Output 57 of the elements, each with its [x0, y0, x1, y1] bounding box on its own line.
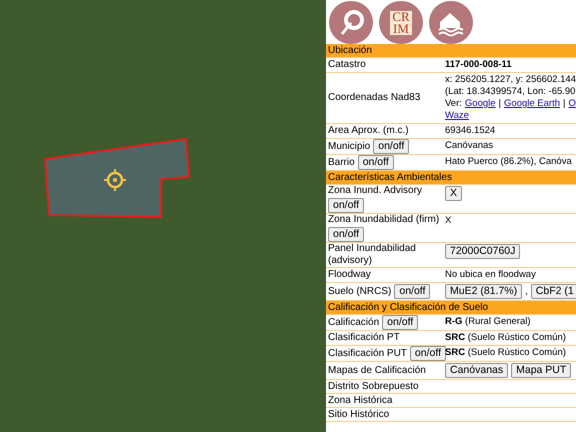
map-link[interactable]: O	[568, 98, 576, 110]
toggle-button[interactable]: on/off	[394, 284, 430, 299]
toggle-button[interactable]: on/off	[382, 315, 418, 330]
row-label: Floodway	[328, 269, 371, 281]
section-header: Características Ambientales	[326, 171, 576, 185]
value-text: 69346.1524	[445, 125, 496, 137]
value-button[interactable]: MuE2 (81.7%)	[445, 284, 522, 299]
value-text: SRC (Suelo Rústico Común)	[445, 332, 566, 344]
map-link[interactable]: Google Earth	[504, 98, 560, 110]
map-link[interactable]: Google	[464, 98, 496, 110]
row-label: Zona Histórica	[328, 394, 392, 406]
row-label: Zona Inundabilidad (firm)	[328, 214, 440, 226]
value-text: |	[498, 98, 502, 110]
logo-text: IM	[393, 22, 409, 34]
value-button[interactable]: Canóvanas	[445, 363, 508, 378]
value-text: Ver:	[445, 98, 462, 110]
value-button[interactable]: X	[445, 186, 462, 201]
value-text: (Lat: 18.34399574, Lon: -65.90	[445, 86, 576, 98]
value-text: 117-000-008-11	[445, 59, 512, 71]
toggle-button[interactable]: on/off	[328, 227, 364, 242]
logo-button[interactable]: CR IM	[379, 1, 423, 44]
row-label: Sitio Histórico	[328, 408, 390, 420]
value-text: R-G (Rural General)	[445, 316, 531, 328]
row-label: Suelo (NRCS)	[328, 286, 392, 298]
row-label: Panel Inundabilidad (advisory)	[328, 243, 417, 267]
row-label: Clasificación PUT	[328, 348, 407, 360]
value-text: ,	[525, 286, 528, 298]
row-label: Municipio	[328, 140, 370, 152]
row-label: Mapas de Calificación	[328, 364, 426, 376]
toggle-button[interactable]: on/off	[373, 139, 410, 154]
row-label: Catastro	[328, 59, 366, 71]
toggle-button[interactable]: on/off	[328, 198, 364, 213]
row-label: Calificación	[328, 316, 380, 328]
value-text: No ubica en floodway	[445, 269, 536, 281]
value-button[interactable]: Mapa PUT	[511, 363, 572, 378]
section-header: Ubicación	[326, 44, 576, 58]
row-label: Coordenadas Nad83	[328, 92, 420, 104]
toggle-button[interactable]: on/off	[410, 346, 446, 361]
value-text: Hato Puerco (86.2%), Canóva	[445, 156, 572, 168]
row-label: Clasificación PT	[328, 332, 400, 344]
flood-house-icon[interactable]	[429, 1, 473, 44]
value-text: x: 256205.1227, y: 256602.144	[445, 74, 576, 86]
section-header: Calificación y Clasificación de Suelo	[326, 301, 576, 315]
value-text: SRC (Suelo Rústico Común)	[445, 347, 566, 359]
value-text: |	[563, 98, 566, 110]
row-label: Zona Inund. Advisory	[328, 185, 422, 197]
value-button[interactable]: 72000C0760J	[445, 244, 520, 259]
value-text: Canóvanas	[445, 140, 494, 152]
row-label: Barrio	[328, 156, 355, 168]
crosshair-icon	[103, 168, 127, 192]
value-text: X	[445, 215, 452, 227]
row-label: Distrito Sobrepuesto	[328, 380, 419, 392]
map-link[interactable]: Waze	[445, 110, 469, 122]
toggle-button[interactable]: on/off	[358, 155, 394, 170]
logo-text: CR	[392, 10, 410, 22]
value-button[interactable]: CbF2 (1	[530, 284, 576, 299]
row-label: Area Aprox. (m.c.)	[328, 125, 409, 137]
